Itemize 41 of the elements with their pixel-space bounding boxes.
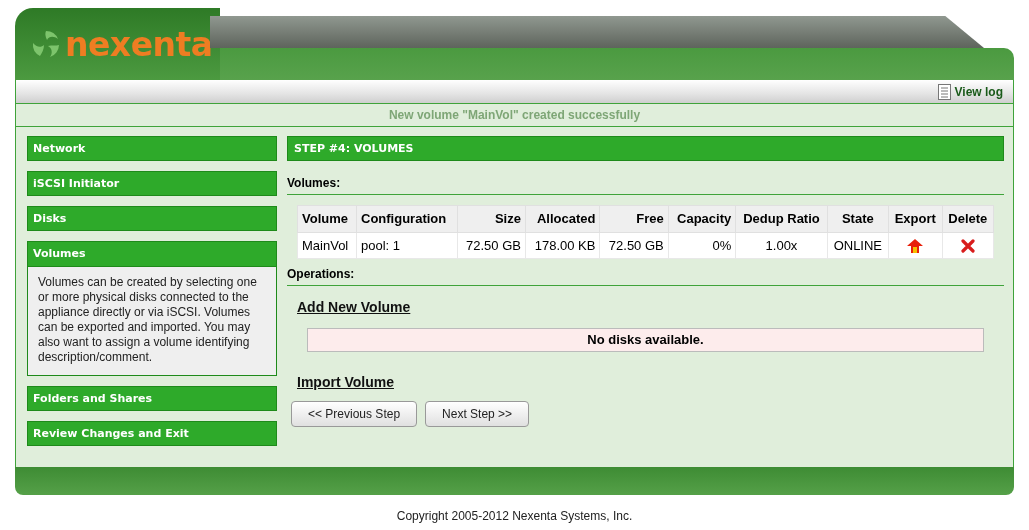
column-header: Size bbox=[457, 205, 526, 232]
table-cell: ONLINE bbox=[827, 232, 889, 259]
sidebar-item[interactable]: Disks bbox=[27, 206, 277, 231]
column-header: Configuration bbox=[356, 205, 458, 232]
table-cell: 72.50 GB bbox=[599, 232, 669, 259]
table-cell: 0% bbox=[668, 232, 736, 259]
table-cell: pool: 1 bbox=[356, 232, 458, 259]
copyright-text: Copyright 2005-2012 Nexenta Systems, Inc. bbox=[395, 508, 634, 525]
status-message: New volume "MainVol" created successfully bbox=[15, 104, 1014, 127]
step-title: STEP #4: VOLUMES bbox=[287, 136, 1004, 161]
table-cell: 72.50 GB bbox=[457, 232, 526, 259]
sidebar-item[interactable]: iSCSI Initiator bbox=[27, 171, 277, 196]
export-icon[interactable] bbox=[907, 239, 924, 254]
column-header: Free bbox=[599, 205, 669, 232]
column-header: Dedup Ratio bbox=[735, 205, 828, 232]
sidebar-item[interactable]: Volumes bbox=[28, 242, 276, 267]
delete-icon[interactable] bbox=[960, 239, 975, 254]
table-cell: 178.00 KB bbox=[525, 232, 600, 259]
table-cell: MainVol bbox=[297, 232, 357, 259]
section-label: Operations: bbox=[287, 265, 1004, 286]
column-header: Volume bbox=[297, 205, 357, 232]
view-log-link[interactable]: View log bbox=[937, 82, 1003, 101]
step-button[interactable]: << Previous Step bbox=[291, 401, 418, 427]
column-header: Capacity bbox=[668, 205, 736, 232]
sidebar-item[interactable]: Network bbox=[27, 136, 277, 161]
sidebar-description: Volumes can be created by selecting one or more physical disks connected to the appliance directly or via iSCSI. Volumes can be exported and imported. You may also want to assign a volume identifying description/comment. bbox=[28, 267, 276, 375]
step-button[interactable]: Next Step >> bbox=[425, 401, 530, 427]
document-icon bbox=[937, 83, 951, 100]
logo-text: nexenta bbox=[65, 27, 213, 61]
column-header: Export bbox=[888, 205, 943, 232]
section-label: Volumes: bbox=[287, 161, 1004, 195]
sidebar-item[interactable]: Review Changes and Exit bbox=[27, 421, 277, 446]
sidebar-item[interactable]: Folders and Shares bbox=[27, 386, 277, 411]
add-volume-link[interactable]: Add New Volume bbox=[297, 297, 411, 318]
column-header: Allocated bbox=[525, 205, 600, 232]
column-header: Delete bbox=[942, 205, 994, 232]
import-volume-link[interactable]: Import Volume bbox=[297, 372, 394, 393]
notice-message: No disks available. bbox=[307, 328, 984, 352]
logo-icon bbox=[31, 29, 61, 59]
column-header: State bbox=[827, 205, 889, 232]
table-cell: 1.00x bbox=[735, 232, 828, 259]
